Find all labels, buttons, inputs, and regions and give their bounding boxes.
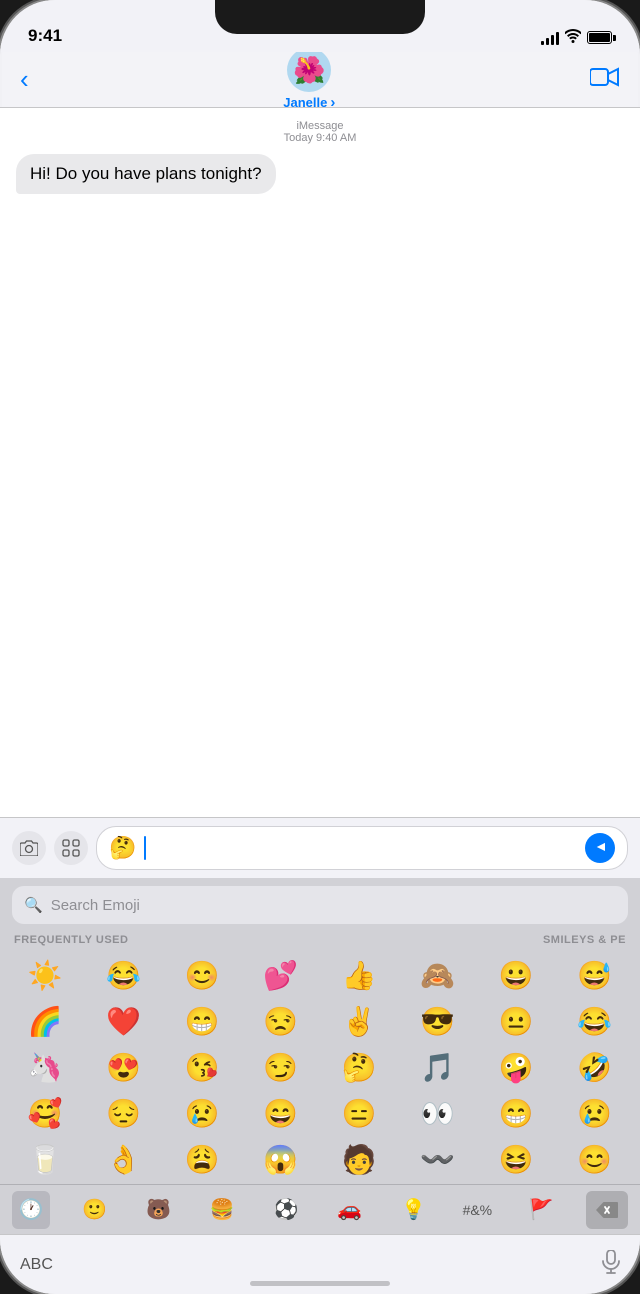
emoji-beam[interactable]: 😁 — [163, 998, 242, 1044]
emoji-unamused[interactable]: 😒 — [242, 998, 321, 1044]
emoji-notes[interactable]: 🎵 — [399, 1044, 478, 1090]
toolbar-symbols-button[interactable]: #&% — [458, 1191, 496, 1229]
phone-frame: 9:41 ‹ — [0, 0, 640, 1294]
text-cursor — [144, 836, 146, 860]
avatar: 🌺 — [287, 48, 331, 92]
emoji-rainbow[interactable]: 🌈 — [6, 998, 85, 1044]
toolbar-travel-button[interactable]: 🚗 — [331, 1191, 369, 1229]
back-button[interactable]: ‹ — [20, 64, 29, 95]
emoji-sun[interactable]: ☀️ — [6, 952, 85, 998]
input-area: 🤔 ▲ — [0, 817, 640, 878]
message-meta: iMessage Today 9:40 AM — [16, 120, 624, 144]
emoji-thumbsup[interactable]: 👍 — [320, 952, 399, 998]
video-call-button[interactable] — [590, 66, 620, 94]
emoji-smiling-hearts[interactable]: 🥰 — [6, 1090, 85, 1136]
home-indicator — [250, 1281, 390, 1286]
emoji-hearts[interactable]: 💕 — [242, 952, 321, 998]
nav-bar: ‹ 🌺 Janelle — [0, 52, 640, 108]
emoji-kiss[interactable]: 😘 — [163, 1044, 242, 1090]
abc-button[interactable]: ABC — [20, 1256, 53, 1274]
emoji-sweat-smile[interactable]: 😅 — [556, 952, 635, 998]
emoji-neutral[interactable]: 😐 — [477, 998, 556, 1044]
emoji-thinking[interactable]: 🤔 — [320, 1044, 399, 1090]
input-emoji: 🤔 — [109, 835, 136, 861]
toolbar-flags-button[interactable]: 🚩 — [522, 1191, 560, 1229]
section-label-right: SMILEYS & PE — [543, 934, 626, 946]
emoji-happy[interactable]: 😄 — [242, 1090, 321, 1136]
emoji-sunglasses[interactable]: 😎 — [399, 998, 478, 1044]
emoji-laugh[interactable]: 😂 — [85, 952, 164, 998]
emoji-weary[interactable]: 😩 — [163, 1136, 242, 1182]
camera-button[interactable] — [12, 831, 46, 865]
emoji-lines[interactable]: 〰️ — [399, 1136, 478, 1182]
emoji-search-bar[interactable]: 🔍 Search Emoji — [12, 886, 628, 924]
delete-button[interactable] — [586, 1191, 628, 1229]
emoji-monkey[interactable]: 🙈 — [399, 952, 478, 998]
emoji-peace[interactable]: ✌️ — [320, 998, 399, 1044]
emoji-crying[interactable]: 😢 — [163, 1090, 242, 1136]
emoji-relieved[interactable]: 😊 — [556, 1136, 635, 1182]
text-input[interactable]: 🤔 ▲ — [96, 826, 628, 870]
emoji-rofl[interactable]: 🤣 — [556, 1044, 635, 1090]
emoji-grid: ☀️ 😂 😊 💕 👍 🙈 😀 😅 🌈 ❤️ 😁 😒 ✌️ 😎 😐 😂 🦄 — [0, 950, 640, 1184]
toolbar-objects-button[interactable]: 💡 — [395, 1191, 433, 1229]
emoji-sad[interactable]: 😔 — [85, 1090, 164, 1136]
toolbar-food-button[interactable]: 🍔 — [203, 1191, 241, 1229]
emoji-search-placeholder: Search Emoji — [51, 897, 140, 914]
status-time: 9:41 — [28, 26, 62, 46]
emoji-scream[interactable]: 😱 — [242, 1136, 321, 1182]
emoji-grin[interactable]: 😀 — [477, 952, 556, 998]
emoji-glass[interactable]: 🥛 — [6, 1136, 85, 1182]
emoji-person[interactable]: 🧑 — [320, 1136, 399, 1182]
notch — [215, 0, 425, 34]
toolbar-smileys-button[interactable]: 🙂 — [76, 1191, 114, 1229]
toolbar-animals-button[interactable]: 🐻 — [140, 1191, 178, 1229]
emoji-heart-eyes[interactable]: 😍 — [85, 1044, 164, 1090]
mic-icon[interactable] — [602, 1250, 620, 1280]
emoji-zany[interactable]: 🤪 — [477, 1044, 556, 1090]
battery-icon — [587, 31, 612, 44]
status-icons — [541, 29, 612, 46]
send-icon: ▲ — [592, 840, 608, 854]
toolbar-recent-button[interactable]: 🕐 — [12, 1191, 50, 1229]
send-button[interactable]: ▲ — [585, 833, 615, 863]
contact-info[interactable]: 🌺 Janelle — [283, 48, 335, 111]
messages-area: iMessage Today 9:40 AM Hi! Do you have p… — [0, 108, 640, 817]
emoji-expressionless[interactable]: 😑 — [320, 1090, 399, 1136]
emoji-keyboard: 🔍 Search Emoji FREQUENTLY USED SMILEYS &… — [0, 878, 640, 1234]
message-bubble: Hi! Do you have plans tonight? — [16, 154, 276, 194]
emoji-heart[interactable]: ❤️ — [85, 998, 164, 1044]
emoji-smile[interactable]: 😊 — [163, 952, 242, 998]
search-icon: 🔍 — [24, 896, 43, 914]
emoji-ok[interactable]: 👌 — [85, 1136, 164, 1182]
emoji-squint[interactable]: 😆 — [477, 1136, 556, 1182]
emoji-toolbar: 🕐 🙂 🐻 🍔 ⚽ 🚗 💡 #&% 🚩 — [0, 1184, 640, 1234]
emoji-eyes[interactable]: 👀 — [399, 1090, 478, 1136]
wifi-icon — [565, 29, 581, 46]
emoji-cry2[interactable]: 😢 — [556, 1090, 635, 1136]
emoji-tears[interactable]: 😂 — [556, 998, 635, 1044]
section-label-left: FREQUENTLY USED — [14, 934, 128, 946]
emoji-section-header: FREQUENTLY USED SMILEYS & PE — [0, 930, 640, 950]
emoji-unicorn[interactable]: 🦄 — [6, 1044, 85, 1090]
apps-button[interactable] — [54, 831, 88, 865]
toolbar-sports-button[interactable]: ⚽ — [267, 1191, 305, 1229]
emoji-smirk[interactable]: 😏 — [242, 1044, 321, 1090]
signal-bars-icon — [541, 31, 559, 45]
emoji-grinning[interactable]: 😁 — [477, 1090, 556, 1136]
